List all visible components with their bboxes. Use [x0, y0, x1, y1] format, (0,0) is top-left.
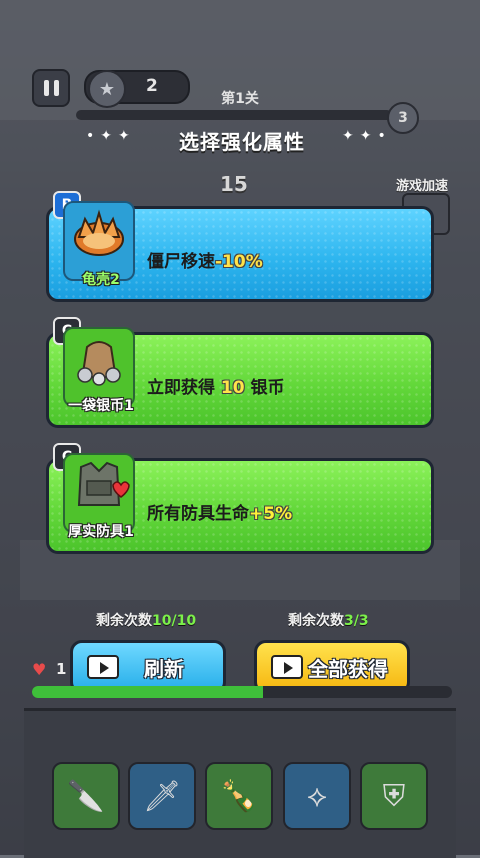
- kunai-icon: 🗡: [142, 778, 182, 814]
- upgrade-name: 龟壳2: [82, 272, 120, 288]
- weapon-slot-knife[interactable]: 🔪: [52, 762, 120, 830]
- upgrade-name: 一袋银币1: [68, 398, 134, 414]
- upgrade-card[interactable]: B 龟壳2 僵尸移速-10%: [46, 191, 434, 302]
- wave-timer: 15: [220, 172, 248, 196]
- sparkle-icon: ✦✦•: [342, 128, 392, 144]
- upgrade-card[interactable]: C 厚实防具1 所有防具生命+5%: [46, 443, 434, 554]
- upgrade-description: 所有防具生命+5%: [147, 504, 293, 524]
- weapon-slot-molotov[interactable]: 🍾: [205, 762, 273, 830]
- page-title: 选择强化属性: [179, 129, 305, 154]
- upgrade-description: 僵尸移速-10%: [147, 252, 263, 272]
- video-ad-icon: [87, 655, 119, 679]
- video-ad-icon: [271, 655, 303, 679]
- weapon-slot-armor[interactable]: ⛨: [360, 762, 428, 830]
- speed-label: 游戏加速: [396, 179, 449, 194]
- heart-icon: ♥: [32, 660, 47, 679]
- upgrade-description: 立即获得 10 银币: [147, 378, 285, 398]
- armor-icon: ⛨: [382, 778, 406, 814]
- upgrade-name: 厚实防具1: [68, 524, 134, 540]
- hp-value: 1: [56, 660, 67, 678]
- molotov-icon: 🍾: [220, 778, 258, 814]
- knife-icon: 🔪: [67, 778, 105, 814]
- weapon-slot-boomerang[interactable]: ⟡: [283, 762, 351, 830]
- upgrade-card[interactable]: C 一袋银币1 立即获得 10 银币: [46, 317, 434, 428]
- getall-remaining: 剩余次数3/3: [288, 613, 369, 629]
- xp-bar: [32, 686, 452, 698]
- level-progress: [76, 110, 392, 120]
- weapon-slot-kunai[interactable]: 🗡: [128, 762, 196, 830]
- refresh-remaining: 剩余次数10/10: [96, 613, 197, 629]
- boomerang-icon: ⟡: [307, 778, 327, 814]
